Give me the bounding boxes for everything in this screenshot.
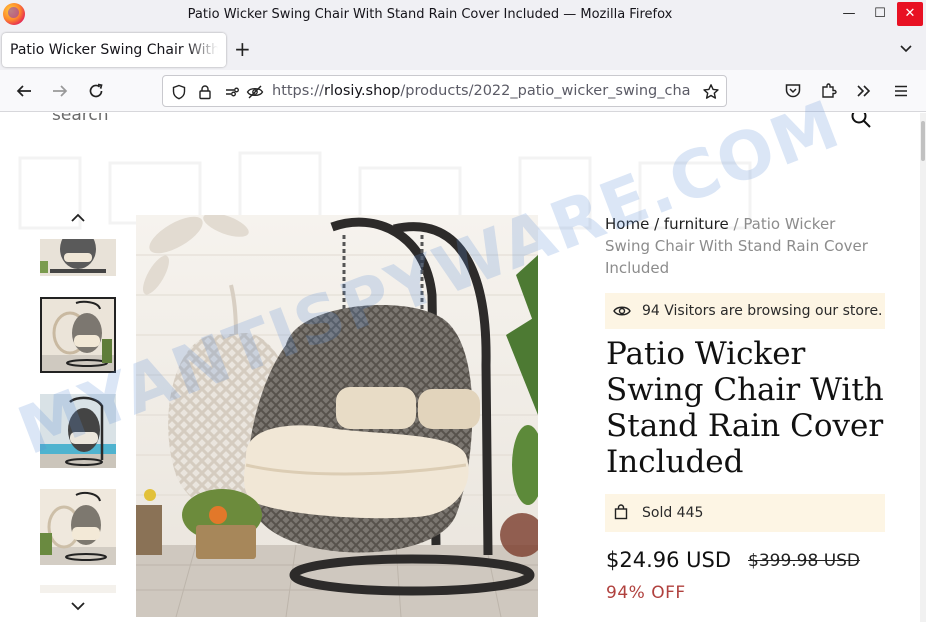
- pocket-icon: [785, 84, 801, 98]
- product-thumbnail[interactable]: [40, 489, 116, 565]
- back-button[interactable]: [13, 80, 35, 102]
- window-title: Patio Wicker Swing Chair With Stand Rain…: [187, 7, 673, 22]
- sale-price: $24.96 USD: [606, 548, 732, 572]
- url-domain: rlosiy.shop: [323, 83, 401, 99]
- forward-button[interactable]: [49, 80, 71, 102]
- reload-button[interactable]: [85, 80, 107, 102]
- shopping-bag-icon: [614, 504, 628, 520]
- minimize-button[interactable]: —: [835, 0, 863, 28]
- compare-at-price: $399.98 USD: [748, 551, 861, 571]
- breadcrumb: Home / furniture / Patio Wicker Swing Ch…: [605, 213, 875, 279]
- chevron-down-icon[interactable]: [898, 40, 914, 56]
- puzzle-icon: [822, 83, 837, 98]
- visitors-text: 94 Visitors are browsing our store.: [642, 303, 883, 319]
- product-thumbnail-selected[interactable]: [40, 297, 116, 373]
- shield-icon[interactable]: [169, 82, 189, 102]
- product-thumbnail[interactable]: [40, 585, 116, 593]
- window-titlebar: Patio Wicker Swing Chair With Stand Rain…: [0, 0, 926, 30]
- product-title: Patio Wicker Swing Chair With Stand Rain…: [606, 336, 884, 480]
- product-thumbnail[interactable]: [40, 239, 116, 276]
- new-tab-button[interactable]: +: [234, 38, 251, 60]
- tab-bar: Patio Wicker Swing Chair With Stand Rain…: [0, 30, 926, 70]
- chevron-up-icon[interactable]: [68, 211, 88, 225]
- tracking-blocked-icon[interactable]: [245, 82, 265, 102]
- tab-label-fade: [186, 33, 226, 67]
- lock-icon[interactable]: [195, 82, 215, 102]
- breadcrumb-separator: /: [728, 215, 744, 233]
- app-menu-button[interactable]: [890, 80, 912, 102]
- eye-icon: [613, 306, 631, 316]
- breadcrumb-home[interactable]: Home: [605, 215, 649, 233]
- address-bar[interactable]: https://rlosiy.shop/products/2022_patio_…: [162, 75, 727, 107]
- hamburger-menu-icon: [895, 85, 907, 97]
- url-path: /products/2022_patio_wicker_swing_chair_…: [400, 83, 690, 99]
- url-scheme: https://: [272, 83, 324, 99]
- reload-icon: [89, 83, 103, 98]
- back-arrow-icon: [16, 85, 31, 97]
- navigation-toolbar: https://rlosiy.shop/products/2022_patio_…: [0, 70, 926, 112]
- extensions-button[interactable]: [818, 80, 840, 102]
- pocket-button[interactable]: [782, 80, 804, 102]
- tab-active[interactable]: Patio Wicker Swing Chair With Stand Rain…: [2, 33, 226, 67]
- scrollbar-thumb[interactable]: [921, 121, 925, 161]
- breadcrumb-separator: /: [649, 215, 664, 233]
- product-main-image[interactable]: [136, 215, 538, 617]
- chevron-down-icon[interactable]: [68, 599, 88, 613]
- forward-arrow-icon: [53, 85, 68, 97]
- url-text[interactable]: https://rlosiy.shop/products/2022_patio_…: [272, 83, 690, 99]
- breadcrumb-category[interactable]: furniture: [664, 215, 729, 233]
- discount-badge: 94% OFF: [606, 583, 686, 603]
- search-input[interactable]: search: [52, 113, 108, 125]
- permissions-icon[interactable]: [223, 82, 243, 102]
- search-icon[interactable]: [850, 113, 872, 129]
- page-scrollbar[interactable]: [920, 113, 926, 622]
- overflow-menu-button[interactable]: [853, 80, 875, 102]
- sold-count-text: Sold 445: [642, 505, 704, 521]
- visitors-notice: 94 Visitors are browsing our store.: [605, 293, 885, 329]
- maximize-button[interactable]: ☐: [866, 0, 894, 28]
- bookmark-star-icon[interactable]: [701, 82, 721, 102]
- sold-count-notice: Sold 445: [605, 494, 885, 532]
- double-chevron-right-icon: [857, 85, 871, 97]
- web-page: search Home / furniture / Patio Wicker S…: [0, 113, 920, 622]
- product-thumbnail[interactable]: [40, 394, 116, 468]
- close-window-button[interactable]: ✕: [897, 2, 923, 26]
